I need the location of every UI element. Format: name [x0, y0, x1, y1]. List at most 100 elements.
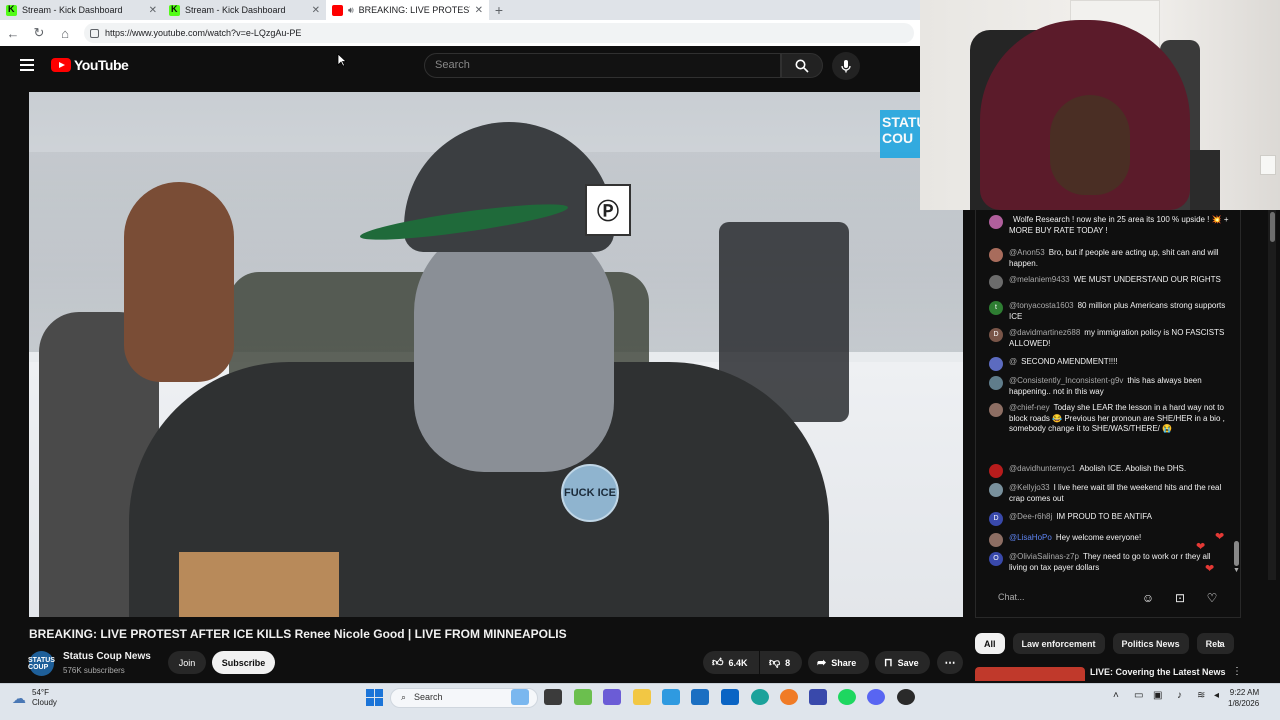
site-info-icon[interactable] [90, 28, 99, 38]
wifi-icon[interactable]: ≋ [1197, 690, 1205, 701]
chip-all[interactable]: All [975, 633, 1005, 654]
scroll-down-icon[interactable]: ▼ [1233, 567, 1240, 574]
page-scrollbar-thumb[interactable] [1270, 212, 1275, 242]
close-icon[interactable]: ✕ [312, 5, 320, 16]
avatar: D [989, 328, 1003, 342]
voice-search-button[interactable] [832, 52, 860, 80]
more-vertical-icon[interactable]: ⋮ [1232, 666, 1242, 677]
outlook-icon[interactable] [721, 689, 739, 705]
close-icon[interactable]: ✕ [149, 5, 157, 16]
tab-title: Stream - Kick Dashboard [22, 5, 123, 15]
taskbar-clock[interactable]: 9:22 AM 1/8/2026 [1228, 687, 1259, 709]
chat-author-moderator[interactable]: @LisaHoPo [1009, 533, 1052, 542]
like-count: 6.4K [728, 657, 748, 668]
back-arrow-icon[interactable]: ← [6, 26, 20, 41]
new-tab-button[interactable]: + [489, 0, 509, 20]
chat-author[interactable]: @davidhuntemyc1 [1009, 464, 1075, 473]
firefox-icon[interactable] [780, 689, 798, 705]
channel-name[interactable]: Status Coup News [63, 651, 151, 662]
chat-author[interactable]: @Dee-r6h8j [1009, 512, 1052, 521]
chip-law-enforcement[interactable]: Law enforcement [1012, 633, 1105, 654]
chat-text: Wolfe Research ! now she in 25 area its … [1009, 215, 1229, 235]
emoji-icon[interactable]: ☺ [1139, 589, 1157, 607]
chat-message: @davidhuntemyc1 Abolish ICE. Abolish the … [989, 464, 1229, 478]
reload-icon[interactable]: ↻ [32, 25, 46, 41]
search-button[interactable] [781, 53, 823, 78]
speaker-icon[interactable]: 🔊︎ [348, 5, 354, 16]
windows-start-icon[interactable] [366, 689, 383, 706]
tray-app-icon[interactable]: ▣ [1153, 690, 1162, 701]
kick-icon [6, 4, 17, 16]
chevron-right-icon[interactable]: › [1218, 636, 1222, 651]
teams-icon[interactable] [603, 689, 621, 705]
home-icon[interactable]: ⌂ [58, 26, 72, 41]
chip-politics-news[interactable]: Politics News [1112, 633, 1189, 654]
file-explorer-icon[interactable] [633, 689, 651, 705]
chat-author[interactable]: @OliviaSalinas-z7p [1009, 552, 1079, 561]
chip-related[interactable]: Rela [1196, 633, 1234, 654]
video-title: BREAKING: LIVE PROTEST AFTER ICE KILLS R… [29, 627, 567, 641]
subscribe-button[interactable]: Subscribe [212, 651, 275, 674]
chat-message: D @davidmartinez688 my immigration policy… [989, 328, 1229, 349]
more-horizontal-icon: ⋯ [944, 657, 956, 669]
close-icon[interactable]: ✕ [475, 5, 483, 16]
chat-author[interactable]: @Consistently_Inconsistent-g9v [1009, 376, 1123, 385]
obs-icon[interactable] [897, 689, 915, 705]
chat-author[interactable]: @davidmartinez688 [1009, 328, 1080, 337]
chat-message: @melaniem9433 WE MUST UNDERSTAND OUR RIGH… [989, 275, 1229, 289]
chat-text: SECOND AMENDMENT!!!! [1021, 357, 1118, 366]
copilot-icon[interactable] [511, 689, 529, 705]
chevron-up-icon[interactable]: ˄ [1113, 690, 1119, 701]
spotify-icon[interactable] [838, 689, 856, 705]
task-view-icon[interactable] [544, 689, 562, 705]
menu-icon[interactable] [20, 59, 34, 71]
weather-widget[interactable]: ☁ 54°F Cloudy [12, 688, 57, 708]
heart-icon[interactable]: ♡ [1203, 589, 1221, 607]
dislike-button[interactable]: 👎︎ 8 [760, 651, 802, 674]
live-chat-panel[interactable]: Wolfe Research ! now she in 25 area its … [975, 210, 1241, 580]
chat-author[interactable]: @chief-ney [1009, 403, 1050, 412]
chat-author[interactable]: @ [1009, 357, 1017, 366]
heart-reaction-icon: ❤ [1215, 531, 1225, 543]
like-button[interactable]: 👍︎ 6.4K [703, 651, 759, 674]
youtube-logo[interactable]: YouTube [51, 57, 129, 73]
discord-icon[interactable] [867, 689, 885, 705]
browser-tab-kick-2[interactable]: Stream - Kick Dashboard ✕ [163, 0, 326, 20]
search-input[interactable]: Search [424, 53, 781, 78]
chat-text: IM PROUD TO BE ANTIFA [1056, 512, 1152, 521]
recommended-video-thumbnail[interactable] [975, 667, 1085, 681]
chat-input[interactable]: Chat... [988, 588, 1138, 608]
chat-scrollbar-thumb[interactable] [1234, 541, 1239, 566]
super-chat-icon[interactable]: ⊡ [1171, 589, 1189, 607]
cloud-icon: ☁ [12, 689, 26, 706]
video-cardboard-box [179, 552, 339, 617]
photos-icon[interactable] [662, 689, 680, 705]
tray-app-icon[interactable]: ▭ [1134, 690, 1143, 701]
join-button[interactable]: Join [168, 651, 206, 674]
webcam-cabinet [1190, 150, 1220, 210]
chat-author[interactable]: @melaniem9433 [1009, 275, 1070, 284]
share-button[interactable]: ➦ Share [808, 651, 869, 674]
more-actions-button[interactable]: ⋯ [937, 651, 963, 674]
store-icon[interactable] [691, 689, 709, 705]
chat-text: WE MUST UNDERSTAND OUR RIGHTS [1073, 275, 1221, 284]
page-scrollbar[interactable] [1268, 210, 1276, 580]
recommendation-chips: All Law enforcement Politics News Rela [975, 633, 1241, 655]
video-player[interactable]: Ⓟ FUCK ICE STATUS COU [29, 92, 963, 617]
microphone-icon[interactable]: ♪ [1177, 690, 1182, 701]
browser-tab-youtube[interactable]: 🔊︎ BREAKING: LIVE PROTEST AFT ✕ [326, 0, 489, 20]
recommended-video-title[interactable]: LIVE: Covering the Latest News [1090, 667, 1226, 677]
channel-avatar[interactable]: STATUS COUP [28, 651, 55, 676]
app-icon[interactable] [809, 689, 827, 705]
browser-tab-kick-1[interactable]: Stream - Kick Dashboard ✕ [0, 0, 163, 20]
chat-author[interactable]: @Anon53 [1009, 248, 1045, 257]
chat-author[interactable]: @tonyacosta1603 [1009, 301, 1074, 310]
avatar: O [989, 552, 1003, 566]
app-icon[interactable] [574, 689, 592, 705]
url-field[interactable]: https://www.youtube.com/watch?v=e-LQzgAu… [84, 23, 914, 43]
webcam-overlay [920, 0, 1280, 210]
save-button[interactable]: ⊓ Save [875, 651, 930, 674]
edge-icon[interactable] [751, 689, 769, 705]
volume-icon[interactable]: ◂ [1214, 690, 1219, 701]
chat-author[interactable]: @Kellyjo33 [1009, 483, 1050, 492]
